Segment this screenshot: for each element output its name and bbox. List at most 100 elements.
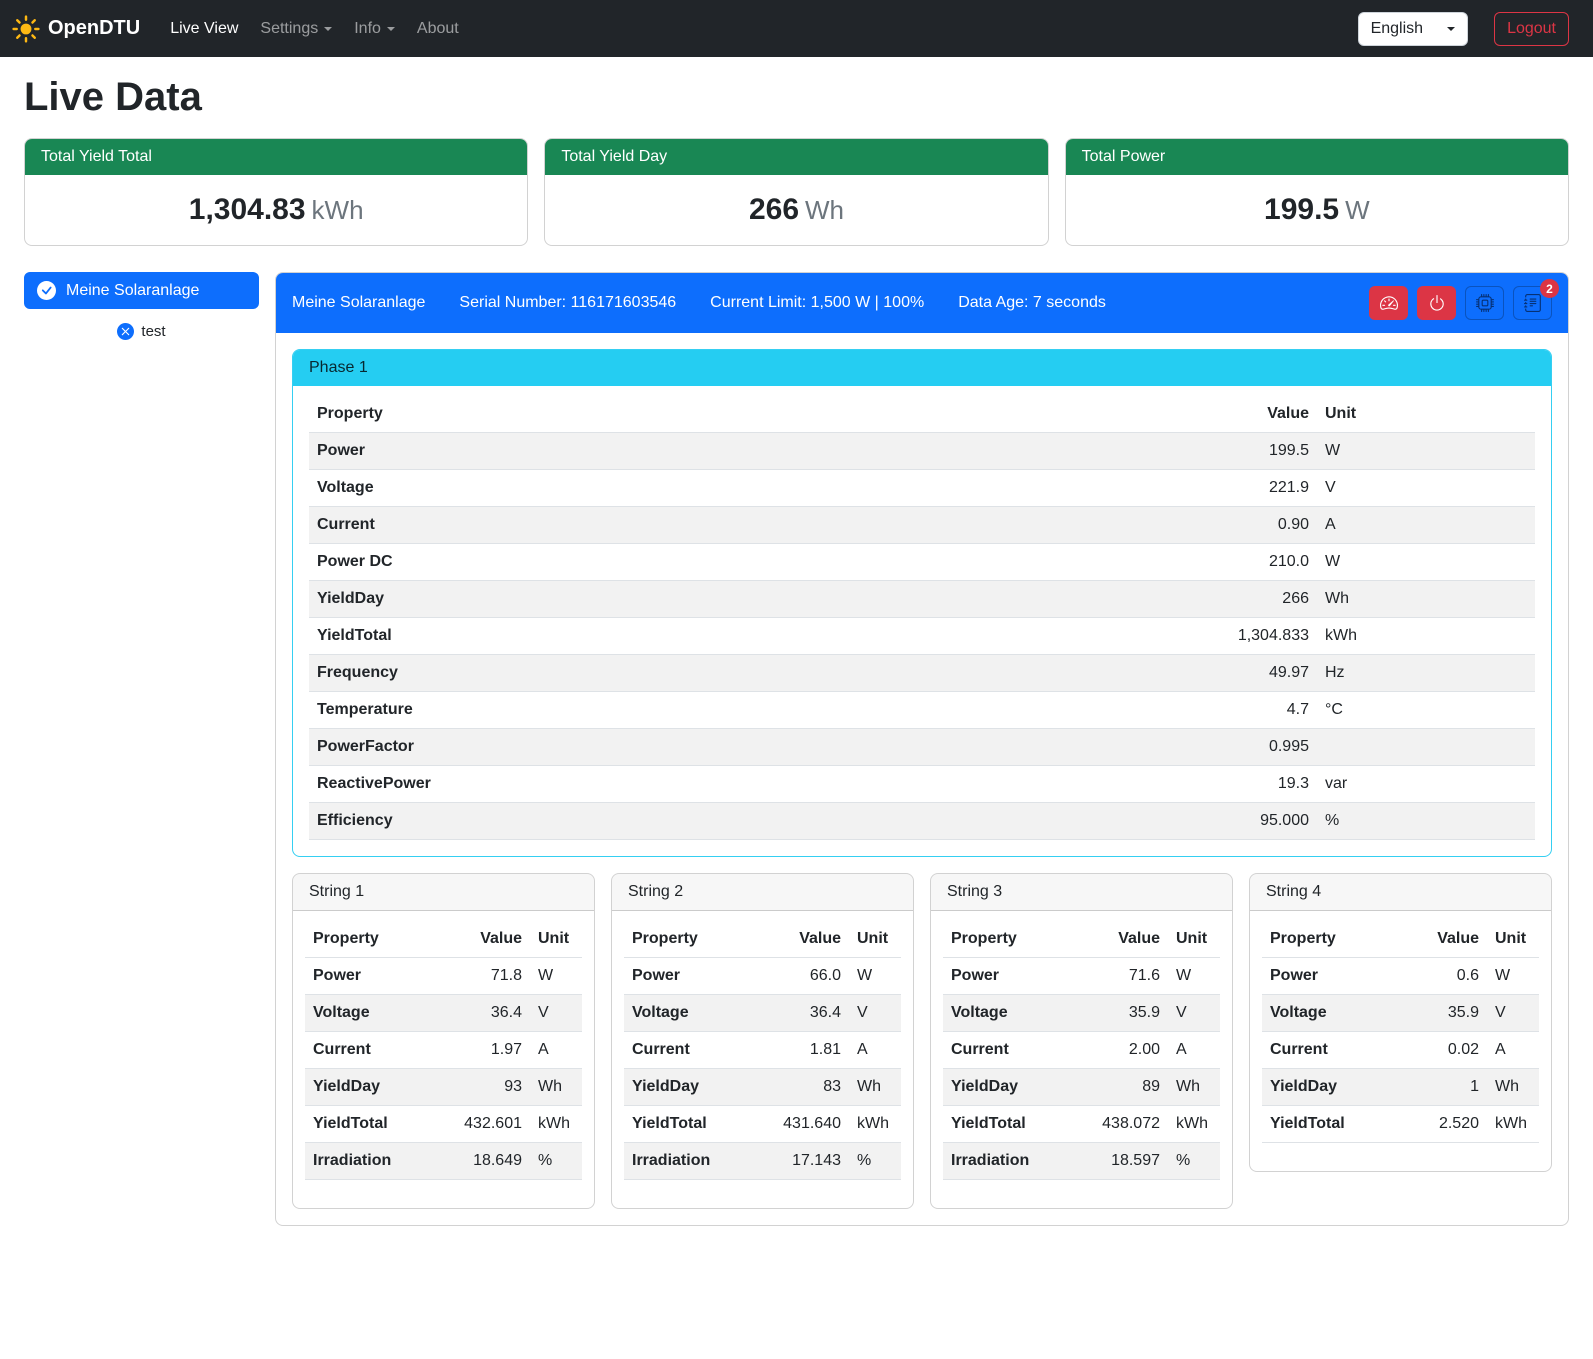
column-header-unit: Unit xyxy=(1317,396,1535,433)
value-cell: 19.3 xyxy=(1167,766,1317,803)
column-header-property: Property xyxy=(1262,921,1403,958)
string-4-title: String 4 xyxy=(1250,874,1551,911)
total-yield-day-value: 266 xyxy=(749,193,799,226)
value-cell: 1,304.833 xyxy=(1167,618,1317,655)
string-1-title: String 1 xyxy=(293,874,594,911)
table-row: Power71.6W xyxy=(943,958,1220,995)
property-cell: Voltage xyxy=(305,995,446,1032)
column-header-property: Property xyxy=(624,921,765,958)
property-cell: Current xyxy=(305,1032,446,1069)
table-row: Current2.00A xyxy=(943,1032,1220,1069)
column-header-value: Value xyxy=(765,921,849,958)
cpu-icon xyxy=(1476,294,1494,312)
value-cell: 431.640 xyxy=(765,1106,849,1143)
table-row: YieldDay93Wh xyxy=(305,1069,582,1106)
property-cell: Current xyxy=(309,507,1167,544)
limit-settings-button[interactable] xyxy=(1369,286,1408,320)
column-header-unit: Unit xyxy=(1168,921,1220,958)
column-header-unit: Unit xyxy=(849,921,901,958)
phase-1-table: Property Value Unit Power199.5WVoltage22… xyxy=(309,396,1535,840)
event-count-badge: 2 xyxy=(1540,279,1559,298)
value-cell: 2.520 xyxy=(1403,1106,1487,1143)
property-cell: Voltage xyxy=(943,995,1084,1032)
unit-cell: Wh xyxy=(1168,1069,1220,1106)
table-row: YieldTotal2.520kWh xyxy=(1262,1106,1539,1143)
string-1-card: String 1 Property Value Unit xyxy=(292,873,595,1209)
table-row: Voltage221.9V xyxy=(309,470,1535,507)
chevron-down-icon xyxy=(324,27,332,31)
table-row: Current1.97A xyxy=(305,1032,582,1069)
inverter-actions: 2 xyxy=(1369,286,1552,320)
value-cell: 36.4 xyxy=(446,995,530,1032)
brand[interactable]: OpenDTU xyxy=(12,15,140,43)
inverter-item-test-label: test xyxy=(141,323,165,340)
unit-cell: Wh xyxy=(1487,1069,1539,1106)
table-header-row: Property Value Unit xyxy=(305,921,582,958)
unit-cell: Hz xyxy=(1317,655,1535,692)
nav-live-view[interactable]: Live View xyxy=(162,12,246,46)
unit-cell: V xyxy=(1168,995,1220,1032)
unit-cell: Wh xyxy=(1317,581,1535,618)
string-3-card: String 3 Property Value Unit xyxy=(930,873,1233,1209)
table-row: Irradiation18.597% xyxy=(943,1143,1220,1180)
string-4-card: String 4 Property Value Unit xyxy=(1249,873,1552,1172)
inverter-select-button[interactable]: Meine Solaranlage xyxy=(24,272,259,309)
string-2-title: String 2 xyxy=(612,874,913,911)
column-header-property: Property xyxy=(309,396,1167,433)
logout-button[interactable]: Logout xyxy=(1494,12,1569,46)
card-title: Total Yield Total xyxy=(25,139,527,175)
device-info-button[interactable] xyxy=(1465,286,1504,320)
event-log-button[interactable]: 2 xyxy=(1513,286,1552,320)
column-header-value: Value xyxy=(1084,921,1168,958)
property-cell: ReactivePower xyxy=(309,766,1167,803)
total-power-unit: W xyxy=(1345,195,1370,225)
table-row: PowerFactor0.995 xyxy=(309,729,1535,766)
unit-cell: A xyxy=(849,1032,901,1069)
unit-cell xyxy=(1317,729,1535,766)
column-header-value: Value xyxy=(1167,396,1317,433)
string-3-title: String 3 xyxy=(931,874,1232,911)
column-header-value: Value xyxy=(1403,921,1487,958)
table-row: Power0.6W xyxy=(1262,958,1539,995)
unit-cell: A xyxy=(1487,1032,1539,1069)
nav-info[interactable]: Info xyxy=(346,12,403,46)
value-cell: 2.00 xyxy=(1084,1032,1168,1069)
table-row: Voltage35.9V xyxy=(1262,995,1539,1032)
property-cell: Power xyxy=(624,958,765,995)
value-cell: 71.6 xyxy=(1084,958,1168,995)
unit-cell: % xyxy=(1317,803,1535,840)
table-row: YieldTotal432.601kWh xyxy=(305,1106,582,1143)
inverter-item-test[interactable]: test xyxy=(24,323,259,340)
value-cell: 18.649 xyxy=(446,1143,530,1180)
value-cell: 0.90 xyxy=(1167,507,1317,544)
string-2-table: Property Value Unit Power66.0WVoltage36.… xyxy=(624,921,901,1180)
string-3-table: Property Value Unit Power71.6WVoltage35.… xyxy=(943,921,1220,1180)
unit-cell: V xyxy=(1487,995,1539,1032)
unit-cell: W xyxy=(1168,958,1220,995)
unit-cell: W xyxy=(849,958,901,995)
chevron-down-icon xyxy=(387,27,395,31)
unit-cell: kWh xyxy=(849,1106,901,1143)
power-toggle-button[interactable] xyxy=(1417,286,1456,320)
property-cell: Efficiency xyxy=(309,803,1167,840)
nav-settings[interactable]: Settings xyxy=(252,12,340,46)
string-3-body: Property Value Unit Power71.6WVoltage35.… xyxy=(931,911,1232,1208)
nav-about[interactable]: About xyxy=(409,12,467,46)
table-row: Irradiation18.649% xyxy=(305,1143,582,1180)
property-cell: YieldDay xyxy=(1262,1069,1403,1106)
current-limit: Current Limit: 1,500 W | 100% xyxy=(710,294,924,312)
value-cell: 89 xyxy=(1084,1069,1168,1106)
value-cell: 66.0 xyxy=(765,958,849,995)
property-cell: YieldDay xyxy=(624,1069,765,1106)
table-row: Power66.0W xyxy=(624,958,901,995)
value-cell: 93 xyxy=(446,1069,530,1106)
value-cell: 0.995 xyxy=(1167,729,1317,766)
table-row: Voltage36.4V xyxy=(305,995,582,1032)
nav-right: English Logout xyxy=(1358,12,1569,46)
table-header-row: Property Value Unit xyxy=(1262,921,1539,958)
unit-cell: W xyxy=(1317,433,1535,470)
unit-cell: A xyxy=(530,1032,582,1069)
property-cell: Voltage xyxy=(309,470,1167,507)
language-select[interactable]: English xyxy=(1358,12,1468,46)
table-row: Temperature4.7°C xyxy=(309,692,1535,729)
